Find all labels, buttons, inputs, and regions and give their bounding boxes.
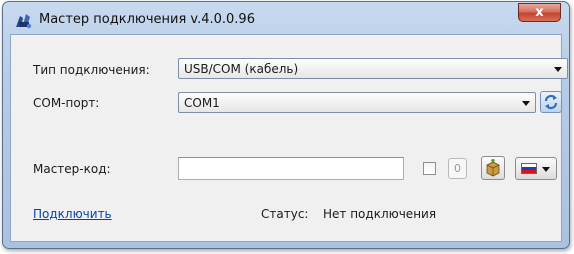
master-code-input[interactable] bbox=[178, 157, 404, 180]
com-port-label: COM-порт: bbox=[33, 96, 100, 110]
status-value: Нет подключения bbox=[323, 207, 437, 221]
connection-type-select[interactable]: USB/COM (кабель) bbox=[178, 58, 568, 79]
master-code-checkbox[interactable] bbox=[423, 162, 436, 175]
close-button[interactable]: x bbox=[518, 3, 561, 22]
com-port-select[interactable]: COM1 bbox=[178, 92, 536, 113]
dialog-body: Тип подключения: USB/COM (кабель) COM-по… bbox=[10, 34, 568, 242]
package-icon bbox=[486, 159, 500, 177]
chevron-down-icon bbox=[554, 67, 562, 72]
chevron-down-icon bbox=[522, 101, 530, 106]
com-port-value: COM1 bbox=[184, 96, 220, 110]
status-label: Статус: bbox=[261, 207, 309, 221]
connect-link[interactable]: Подключить bbox=[33, 207, 112, 221]
title-bar[interactable]: Мастер подключения v.4.0.0.96 x bbox=[3, 2, 569, 36]
refresh-icon bbox=[544, 94, 558, 110]
connection-wizard-window: Мастер подключения v.4.0.0.96 x Тип подк… bbox=[2, 1, 570, 249]
counter-field[interactable]: 0 bbox=[448, 158, 467, 179]
package-button[interactable] bbox=[481, 156, 505, 180]
language-select[interactable] bbox=[515, 157, 557, 180]
connection-type-value: USB/COM (кабель) bbox=[184, 62, 299, 76]
close-icon: x bbox=[535, 5, 544, 20]
chevron-down-icon bbox=[542, 167, 550, 172]
connection-type-label: Тип подключения: bbox=[33, 63, 150, 77]
russian-flag-icon bbox=[521, 163, 537, 174]
master-code-label: Мастер-код: bbox=[33, 162, 111, 176]
app-icon bbox=[16, 14, 32, 29]
refresh-ports-button[interactable] bbox=[540, 91, 562, 113]
window-title: Мастер подключения v.4.0.0.96 bbox=[39, 12, 255, 27]
